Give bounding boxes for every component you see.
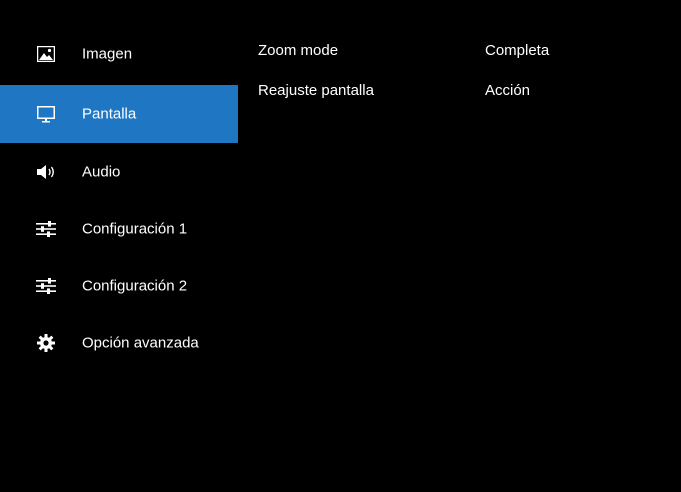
menu-item-label: Audio (82, 163, 121, 180)
menu-item-label: Imagen (82, 45, 133, 62)
menu-item-opcion-avanzada[interactable]: Opción avanzada (0, 314, 238, 371)
sliders-icon (36, 276, 56, 296)
sliders-icon (36, 219, 56, 239)
menu-item-audio[interactable]: Audio (0, 143, 238, 200)
osd-menu: Imagen Pantalla Audio Configuración 1 Co… (0, 0, 681, 492)
setting-row-reajuste-pantalla[interactable]: Reajuste pantalla Acción (258, 82, 681, 122)
menu-item-label: Configuración 2 (82, 277, 188, 294)
setting-row-zoom-mode[interactable]: Zoom mode Completa (258, 42, 681, 82)
picture-icon (36, 44, 56, 64)
menu-item-pantalla[interactable]: Pantalla (0, 85, 238, 143)
menu-item-imagen[interactable]: Imagen (0, 25, 238, 82)
setting-value: Completa (485, 42, 550, 59)
setting-name: Reajuste pantalla (258, 82, 374, 99)
menu-item-label: Configuración 1 (82, 220, 188, 237)
menu-item-label: Opción avanzada (82, 334, 199, 351)
setting-name: Zoom mode (258, 42, 339, 59)
settings-panel: Zoom mode Completa Reajuste pantalla Acc… (258, 42, 681, 122)
menu-item-label: Pantalla (82, 105, 137, 123)
main-menu: Imagen Pantalla Audio Configuración 1 Co… (0, 25, 238, 371)
gear-icon (36, 333, 56, 353)
menu-item-configuracion-2[interactable]: Configuración 2 (0, 257, 238, 314)
monitor-icon (36, 104, 56, 124)
speaker-icon (36, 162, 56, 182)
menu-item-configuracion-1[interactable]: Configuración 1 (0, 200, 238, 257)
setting-value: Acción (485, 82, 531, 99)
